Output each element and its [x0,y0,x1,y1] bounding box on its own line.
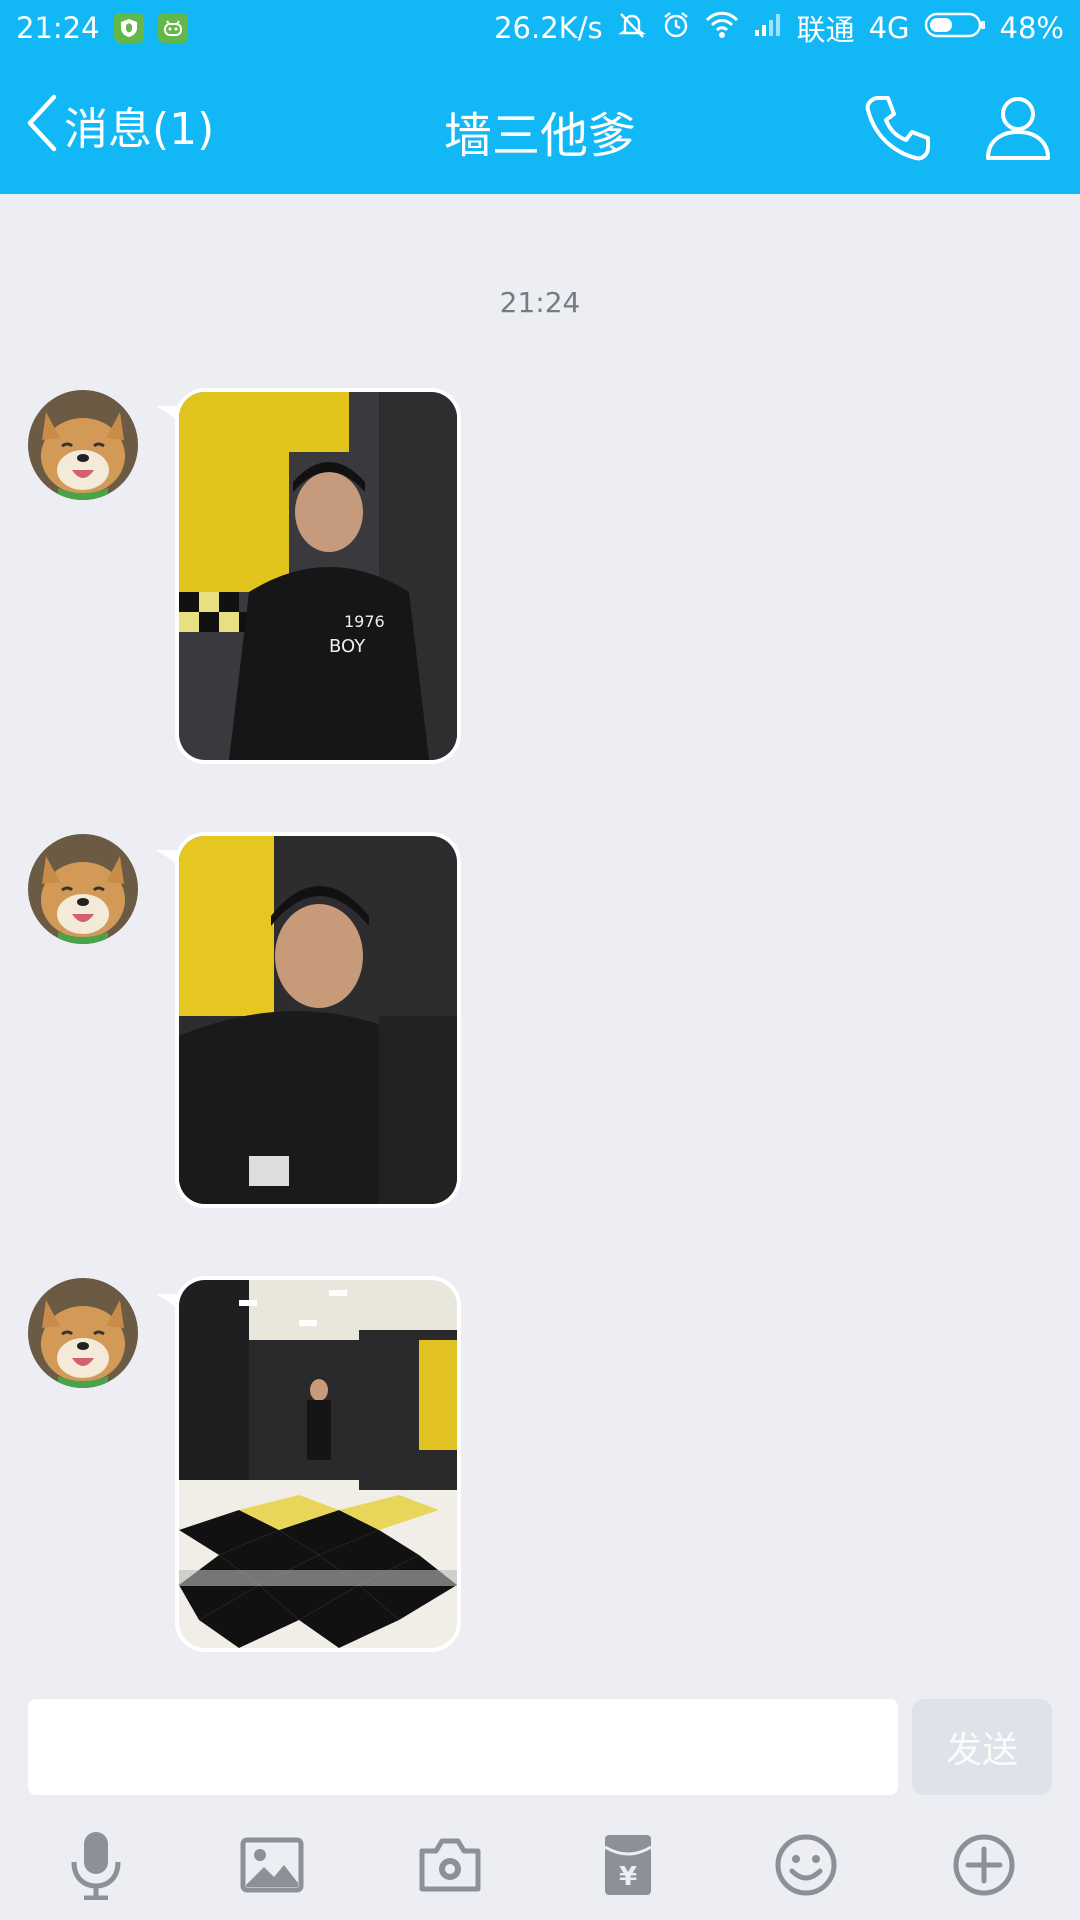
contact-avatar[interactable] [28,1278,138,1388]
battery-percent: 48% [999,11,1064,45]
picture-icon [240,1837,304,1897]
message-timestamp: 21:24 [499,286,581,319]
microphone-icon [66,1830,126,1904]
red-packet-button[interactable]: ¥ [588,1827,668,1907]
svg-text:BOY: BOY [329,636,366,657]
svg-text:¥: ¥ [619,1862,637,1892]
send-button[interactable]: 发送 [912,1699,1052,1795]
chevron-left-icon [24,93,58,157]
chat-area[interactable]: 21:24 1976 BOY [0,194,1080,1689]
contact-avatar[interactable] [28,834,138,944]
contact-avatar[interactable] [28,390,138,500]
call-button[interactable] [860,90,936,166]
image-message[interactable] [175,1276,461,1652]
signal-icon [753,11,783,45]
red-packet-icon: ¥ [601,1833,655,1901]
back-button[interactable]: 消息(1) [24,90,214,160]
battery-icon [924,11,986,46]
chat-header: 消息(1) 墙三他爹 [0,56,1080,194]
android-app-icon [157,13,188,43]
network-speed: 26.2K/s [494,11,603,45]
mute-bell-icon [617,10,647,47]
voice-button[interactable] [56,1827,136,1907]
svg-text:1976: 1976 [344,612,385,631]
emoji-button[interactable] [766,1827,846,1907]
network-type: 4G [868,11,910,45]
message-input[interactable] [28,1699,898,1795]
emoji-icon [774,1833,838,1901]
status-time: 21:24 [16,11,100,45]
status-bar: 21:24 26.2K/s 联通 4G 48% [0,0,1080,56]
image-message[interactable] [175,832,461,1208]
wifi-icon [705,11,739,46]
camera-button[interactable] [410,1827,490,1907]
plus-icon [952,1833,1016,1901]
input-toolbar: ¥ [0,1827,1080,1907]
phone-icon [860,96,936,170]
carrier-name: 联通 [796,13,855,47]
image-message[interactable]: 1976 BOY [175,388,461,764]
more-button[interactable] [944,1827,1024,1907]
photo-button[interactable] [232,1827,312,1907]
alarm-clock-icon [661,10,691,47]
person-icon [980,97,1056,170]
camera-icon [418,1837,482,1897]
profile-button[interactable] [980,90,1056,166]
back-label: 消息(1) [64,104,215,155]
input-area: 发送 ¥ [0,1689,1080,1920]
security-app-icon [113,13,144,43]
